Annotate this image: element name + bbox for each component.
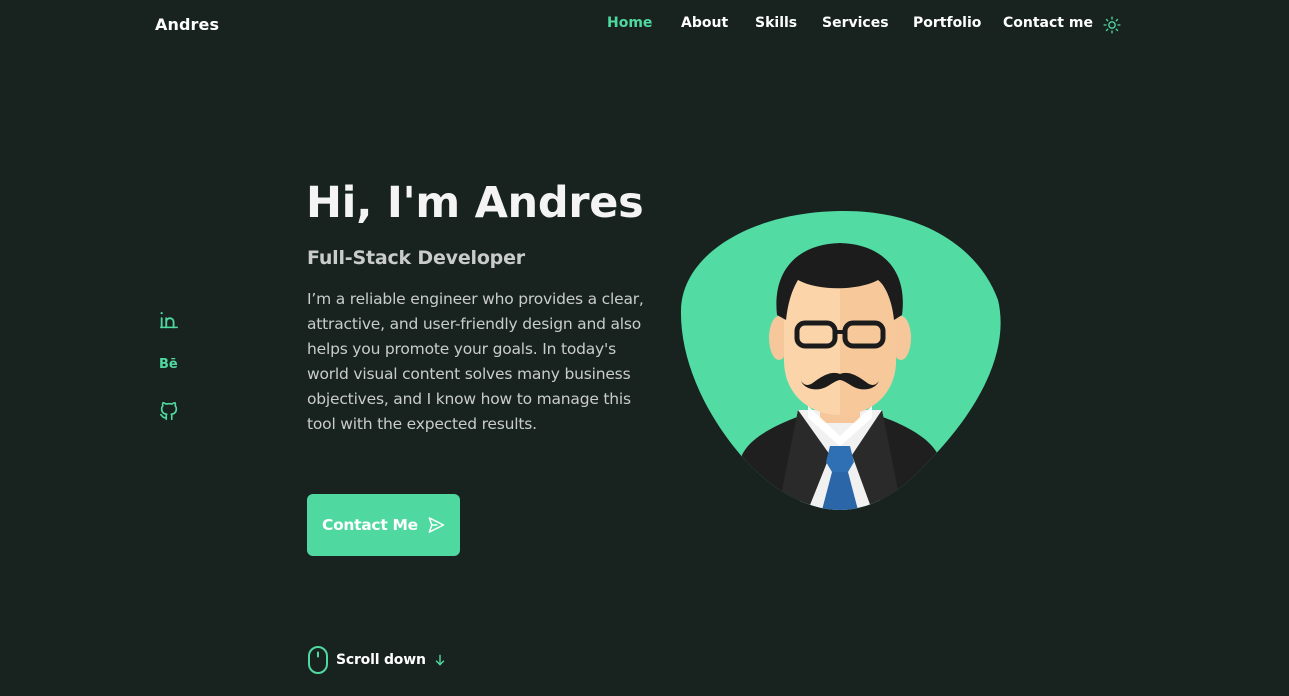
hero-title: Hi, I'm Andres	[306, 178, 644, 228]
behance-icon: Bē	[159, 357, 178, 372]
linkedin-link[interactable]	[158, 309, 180, 331]
send-icon	[428, 517, 445, 533]
mouse-icon	[308, 646, 328, 674]
hero-description: I’m a reliable engineer who provides a c…	[307, 290, 644, 433]
nav-contact[interactable]: Contact me	[1003, 15, 1093, 31]
behance-link[interactable]: Bē	[158, 354, 180, 376]
nav-services[interactable]: Services	[822, 15, 889, 31]
hero-subtitle: Full-Stack Developer	[307, 247, 525, 269]
scroll-down-label: Scroll down	[336, 652, 426, 668]
github-icon	[159, 401, 178, 421]
arrow-down-icon	[435, 654, 444, 666]
contact-me-label: Contact Me	[322, 516, 418, 534]
linkedin-icon	[160, 312, 178, 329]
contact-me-button[interactable]: Contact Me	[307, 494, 460, 556]
site-header: Andres Home About Skills Services Portfo…	[0, 0, 1289, 50]
developer-avatar-illustration	[680, 210, 1001, 511]
github-link[interactable]	[158, 400, 180, 422]
nav-portfolio[interactable]: Portfolio	[913, 15, 981, 31]
main-nav: Home About Skills Services Portfolio Con…	[0, 15, 1289, 37]
sun-icon[interactable]	[1103, 16, 1121, 34]
nav-about[interactable]: About	[681, 15, 728, 31]
nav-home[interactable]: Home	[607, 15, 652, 31]
scroll-down-link[interactable]: Scroll down	[307, 645, 447, 675]
nav-skills[interactable]: Skills	[755, 15, 797, 31]
